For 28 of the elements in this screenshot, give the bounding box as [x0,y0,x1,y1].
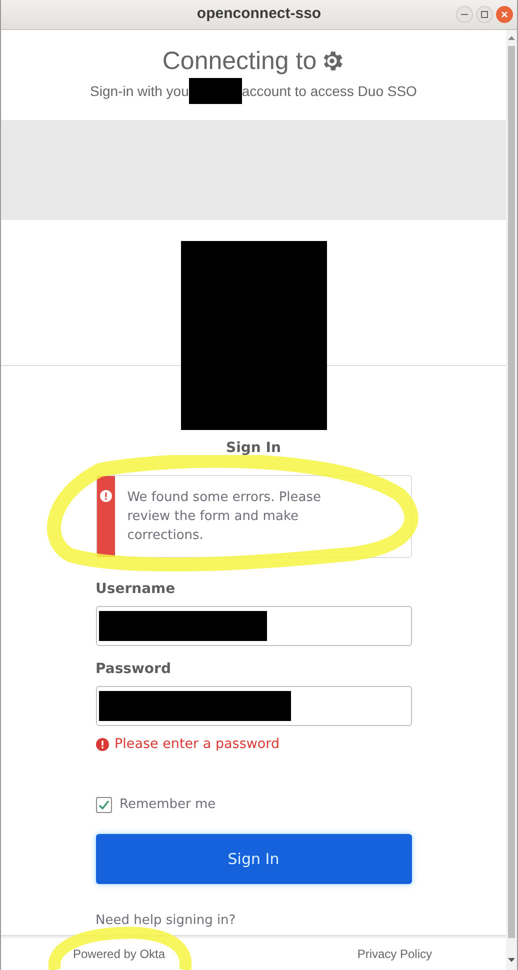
field-error: Please enter a password [114,735,280,754]
input-field[interactable] [96,686,412,726]
window-title: openconnect-sso [196,4,322,24]
sign-in-button[interactable]: Sign In [96,834,412,884]
heading: Connecting to [162,48,317,74]
scroll-down-icon[interactable] [508,958,515,962]
redaction-box [188,78,242,104]
scroll-up-icon[interactable] [508,36,515,40]
maximize-button[interactable] [476,6,493,23]
checkbox-label: Remember me [120,796,216,814]
error-icon [96,738,108,751]
close-icon [501,11,508,18]
help-link[interactable]: Need help signing in? [96,910,236,930]
subtitle-text: account to access Duo SSO [242,82,417,100]
form-heading: Sign In [226,439,281,458]
alert-icon [100,490,112,502]
subtitle-text: Sign-in with you [90,82,189,101]
checkbox[interactable] [96,797,112,813]
input-field[interactable] [96,606,412,646]
privacy-policy-link[interactable]: Privacy Policy [357,945,432,963]
scrollbar[interactable] [506,30,517,970]
minimize-button[interactable] [456,6,473,23]
close-button[interactable] [496,6,513,23]
scrollbar-thumb[interactable] [508,46,515,938]
field-label: Username [96,580,176,599]
field-label: Password [96,660,171,679]
alert-message: We found some errors. Please review the form and make corrections. [127,490,322,543]
powered-by-link[interactable]: Powered by Okta [73,945,166,963]
